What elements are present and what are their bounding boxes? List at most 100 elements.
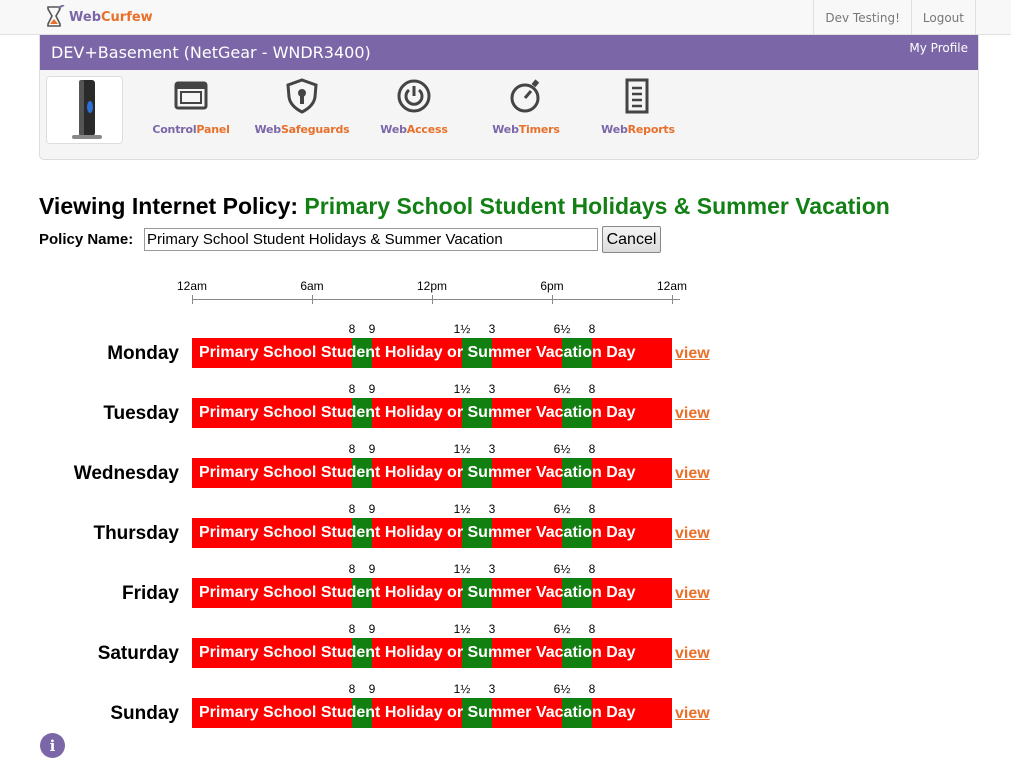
segment-start-hour-label: 6½ [553,562,571,576]
day-row: Sunday 8 9 1½ 3 6½ 8 Primary School Student Hol… [0,681,1011,741]
segment-start-hour-label: 8 [348,382,356,396]
device-title: DEV+Basement (NetGear - WNDR3400) [51,43,371,62]
control-panel-icon [174,81,208,110]
segment-start-hour-label: 1½ [453,502,471,516]
logout-link[interactable]: Logout [910,0,976,35]
brand-logo[interactable]: WebCurfew [44,4,153,30]
day-row: Wednesday 8 9 1½ 3 6½ 8 Primary School Student … [0,441,1011,501]
segment-end-hour-label: 8 [588,322,596,336]
nav-web-reports-label-2: Reports [627,123,675,136]
segment-end-hour-label: 8 [588,382,596,396]
day-name: Monday [107,343,179,364]
time-axis-label: 6am [300,279,324,293]
device-panel: DEV+Basement (NetGear - WNDR3400) My Pro… [39,35,979,160]
segment-end-hour-label: 3 [488,382,496,396]
segment-start-hour-label: 6½ [553,442,571,456]
nav-web-access-label-2: Access [406,123,448,136]
nav-web-safeguards-label-1: Web [254,123,281,136]
segment-end-hour-label: 9 [368,562,376,576]
schedule-bar[interactable]: Primary School Student Holiday or Summer… [192,338,672,368]
day-row: Thursday 8 9 1½ 3 6½ 8 Primary School Student H… [0,501,1011,561]
policy-name-input[interactable] [144,228,598,251]
view-link[interactable]: view [675,525,710,543]
segment-end-hour-label: 8 [588,682,596,696]
my-profile-link[interactable]: My Profile [909,41,968,55]
segment-end-hour-label: 3 [488,622,496,636]
nav-control-panel-label-1: Control [152,123,197,136]
segment-end-hour-label: 8 [588,442,596,456]
segment-end-hour-label: 9 [368,442,376,456]
day-name: Wednesday [73,463,179,484]
segment-end-hour-label: 3 [488,562,496,576]
nav-web-timers[interactable]: WebTimers [470,78,582,136]
time-axis-tick [432,295,433,304]
schedule-bar-label: Primary School Student Holiday or Summer… [199,524,636,541]
nav-web-timers-label-1: Web [492,123,519,136]
hourglass-icon [47,5,65,27]
segment-end-hour-label: 9 [368,622,376,636]
report-icon [625,78,649,114]
segment-end-hour-label: 8 [588,622,596,636]
schedule-bar[interactable]: Primary School Student Holiday or Summer… [192,578,672,608]
day-name: Friday [121,583,179,604]
time-axis-tick [312,295,313,304]
segment-start-hour-label: 6½ [553,502,571,516]
view-link[interactable]: view [675,645,710,663]
nav-web-access[interactable]: WebAccess [358,78,470,136]
segment-start-hour-label: 8 [348,682,356,696]
shield-icon [286,78,318,114]
time-axis-label: 6pm [540,279,564,293]
segment-end-hour-label: 3 [488,322,496,336]
user-menu-link[interactable]: Dev Testing! [813,0,911,35]
page-title-prefix: Viewing Internet Policy: [39,193,299,219]
view-link[interactable]: view [675,705,710,723]
schedule-bar[interactable]: Primary School Student Holiday or Summer… [192,518,672,548]
segment-end-hour-label: 8 [588,562,596,576]
day-row: Friday 8 9 1½ 3 6½ 8 Primary School Student Hol… [0,561,1011,621]
page-title: Viewing Internet Policy: Primary School … [39,193,890,220]
device-header: DEV+Basement (NetGear - WNDR3400) My Pro… [40,35,978,70]
schedule-bar[interactable]: Primary School Student Holiday or Summer… [192,458,672,488]
nav-web-timers-label-2: Timers [518,123,560,136]
day-row: Saturday 8 9 1½ 3 6½ 8 Primary School Student H… [0,621,1011,681]
segment-start-hour-label: 1½ [453,562,471,576]
segment-start-hour-label: 1½ [453,322,471,336]
segment-end-hour-label: 9 [368,682,376,696]
info-button[interactable]: i [40,733,65,758]
schedule-bar[interactable]: Primary School Student Holiday or Summer… [192,698,672,728]
nav-web-reports[interactable]: WebReports [582,78,694,136]
time-axis-tick [552,295,553,304]
cancel-button[interactable]: Cancel [602,226,661,253]
schedule-bar[interactable]: Primary School Student Holiday or Summer… [192,398,672,428]
time-axis-label: 12am [176,279,208,293]
day-name: Thursday [93,523,179,544]
day-row: Tuesday 8 9 1½ 3 6½ 8 Primary School Student Ho… [0,381,1011,441]
segment-start-hour-label: 6½ [553,682,571,696]
time-axis-label: 12am [656,279,688,293]
schedule-bar[interactable]: Primary School Student Holiday or Summer… [192,638,672,668]
segment-end-hour-label: 3 [488,682,496,696]
top-navbar: WebCurfew Dev Testing! Logout [0,0,1011,35]
view-link[interactable]: view [675,465,710,483]
segment-end-hour-label: 3 [488,442,496,456]
schedule-bar-label: Primary School Student Holiday or Summer… [199,344,636,361]
view-link[interactable]: view [675,405,710,423]
view-link[interactable]: view [675,585,710,603]
time-axis-label: 12pm [416,279,448,293]
segment-start-hour-label: 8 [348,622,356,636]
segment-start-hour-label: 6½ [553,322,571,336]
day-name: Sunday [110,703,179,724]
nav-web-safeguards[interactable]: WebSafeguards [246,78,358,136]
segment-start-hour-label: 1½ [453,382,471,396]
segment-start-hour-label: 8 [348,442,356,456]
view-link[interactable]: view [675,345,710,363]
brand-curfew-text: Curfew [101,9,153,25]
segment-start-hour-label: 1½ [453,442,471,456]
day-name: Tuesday [103,403,179,424]
time-axis-tick [192,295,193,304]
segment-start-hour-label: 8 [348,562,356,576]
router-image[interactable] [46,76,123,144]
segment-end-hour-label: 9 [368,322,376,336]
segment-end-hour-label: 9 [368,382,376,396]
nav-control-panel[interactable]: ControlPanel [135,78,247,136]
